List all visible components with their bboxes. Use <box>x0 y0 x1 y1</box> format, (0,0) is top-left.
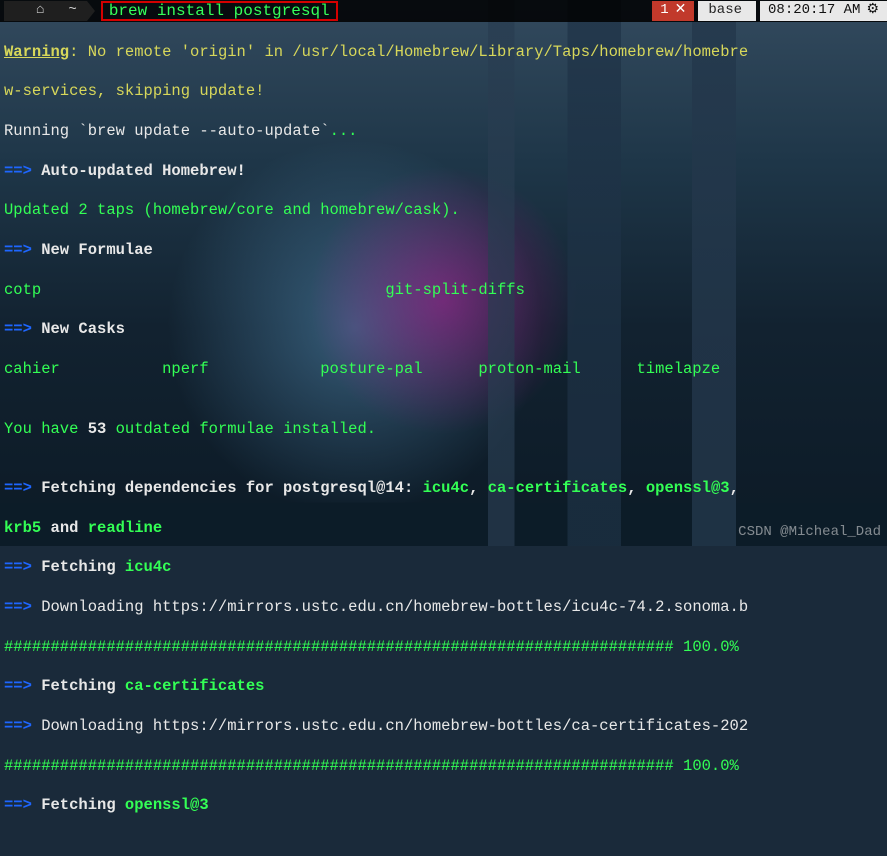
tab-count-chip[interactable]: 1 ✕ <box>652 1 694 21</box>
dep: krb5 <box>4 519 41 537</box>
clock-chip: 08:20:17 AM ⚙ <box>760 1 887 21</box>
progress-pct: 100.0% <box>674 638 739 656</box>
dep: readline <box>88 519 162 537</box>
text: New Formulae <box>32 241 153 259</box>
arrow-icon: ==> <box>4 162 32 180</box>
progress-bar: ########################################… <box>4 638 674 656</box>
arrow-icon: ==> <box>4 677 32 695</box>
dep: ca-certificates <box>488 479 628 497</box>
text: You have <box>4 420 88 438</box>
progress-bar: ########################################… <box>4 757 674 775</box>
clock-text: 08:20:17 AM <box>768 2 860 20</box>
text: Fetching dependencies for postgresql@14: <box>32 479 423 497</box>
dep: openssl@3 <box>125 796 209 814</box>
cwd-tilde: ~ <box>54 1 86 21</box>
watermark: CSDN @Micheal_Dad <box>738 524 881 542</box>
text: outdated formulae <box>106 420 273 438</box>
text: Updated 2 taps (homebrew/core and homebr… <box>4 201 883 221</box>
text: Downloading https://mirrors.ustc.edu.cn/… <box>32 598 748 616</box>
text: , <box>469 479 488 497</box>
text: : No remote 'origin' in /usr/local/Homeb… <box>69 43 748 61</box>
arrow-icon: ==> <box>4 479 32 497</box>
gear-icon[interactable]: ⚙ <box>866 2 879 20</box>
text: w-services, skipping update! <box>4 82 883 102</box>
text: , <box>627 479 646 497</box>
env-label: base <box>708 2 742 20</box>
terminal-output[interactable]: Warning: No remote 'origin' in /usr/loca… <box>0 22 887 856</box>
text: Fetching <box>32 677 125 695</box>
warning-label: Warning <box>4 43 69 61</box>
dep: icu4c <box>423 479 470 497</box>
arrow-icon: ==> <box>4 717 32 735</box>
env-chip: base <box>698 1 756 21</box>
home-icon[interactable]: ⌂ <box>22 1 54 21</box>
text: and <box>41 519 88 537</box>
text: Fetching <box>32 796 125 814</box>
terminal-window[interactable]: ⌂ ~ brew install postgresql 1 ✕ base 08:… <box>0 0 887 546</box>
text: Auto-updated Homebrew! <box>32 162 246 180</box>
dep: openssl@3 <box>646 479 730 497</box>
arrow-icon: ==> <box>4 241 32 259</box>
text: Fetching <box>32 558 125 576</box>
text: New Casks <box>32 320 125 338</box>
arrow-icon: ==> <box>4 796 32 814</box>
text: cotp git-split-diffs <box>4 281 883 301</box>
apple-icon[interactable] <box>4 1 22 21</box>
text: , <box>730 479 739 497</box>
arrow-icon: ==> <box>4 320 32 338</box>
breadcrumb: ⌂ ~ <box>4 1 87 21</box>
dep: ca-certificates <box>125 677 265 695</box>
command-highlight: brew install postgresql <box>101 1 338 21</box>
text: cahier nperf posture-pal proton-mail tim… <box>4 360 883 380</box>
arrow-icon: ==> <box>4 598 32 616</box>
progress-pct: 100.0% <box>674 757 739 775</box>
status-bar: ⌂ ~ brew install postgresql 1 ✕ base 08:… <box>0 0 887 22</box>
count: 53 <box>88 420 107 438</box>
tab-count: 1 <box>660 2 668 20</box>
dep: icu4c <box>125 558 172 576</box>
arrow-icon: ==> <box>4 558 32 576</box>
text: installed. <box>274 420 376 438</box>
close-icon[interactable]: ✕ <box>675 2 687 20</box>
text: Running `brew update --auto-update` <box>4 122 330 140</box>
text: ... <box>330 122 358 140</box>
text: Downloading https://mirrors.ustc.edu.cn/… <box>32 717 748 735</box>
